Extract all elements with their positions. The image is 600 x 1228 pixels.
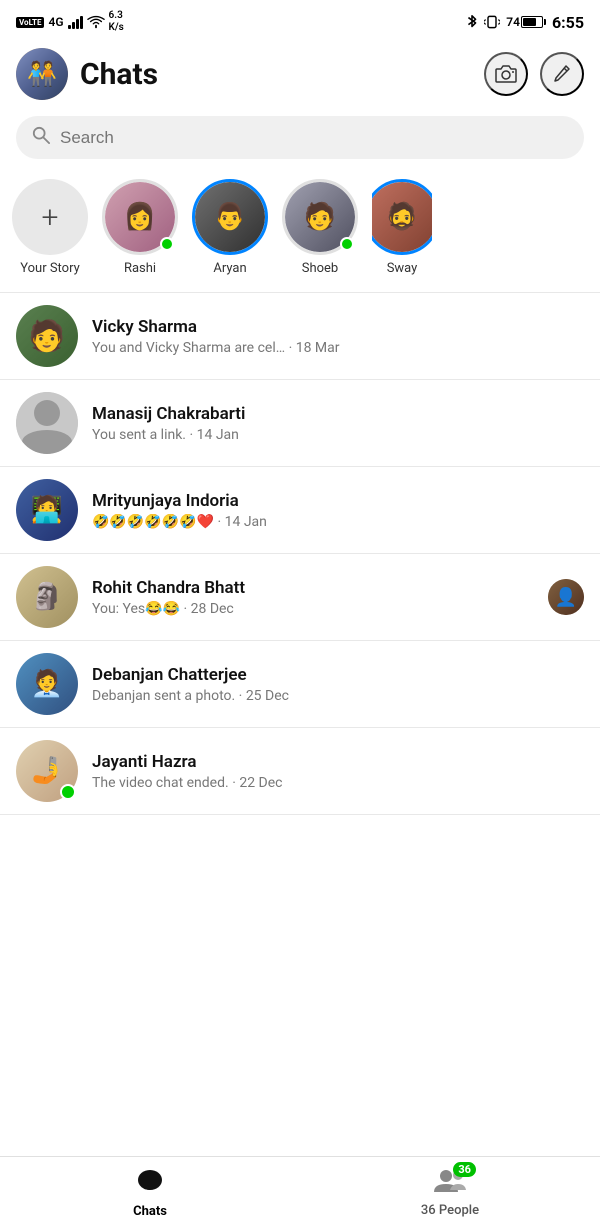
chat-list: 🧑 Vicky Sharma You and Vicky Sharma are … [0, 293, 600, 815]
user-avatar[interactable]: 🧑‍🤝‍🧑 [16, 48, 68, 100]
story-item-aryan[interactable]: 👨 Aryan [192, 179, 268, 276]
manasij-preview: You sent a link. · 14 Jan [92, 427, 584, 443]
sway-label: Sway [387, 261, 418, 276]
chat-item-manasij[interactable]: Manasij Chakrabarti You sent a link. · 1… [0, 380, 600, 466]
debanjan-avatar: 🧑‍💼 [16, 653, 78, 715]
story-item-shoeb[interactable]: 🧑 Shoeb [282, 179, 358, 276]
chat-item-jayanti[interactable]: 🤳 Jayanti Hazra The video chat ended. · … [0, 728, 600, 814]
rohit-name: Rohit Chandra Bhatt [92, 578, 540, 598]
rohit-content: Rohit Chandra Bhatt You: Yes😂😂 · 28 Dec [92, 578, 540, 617]
page-title: Chats [80, 57, 484, 92]
jayanti-content: Jayanti Hazra The video chat ended. · 22… [92, 752, 584, 791]
shoeb-label: Shoeb [302, 261, 339, 276]
jayanti-avatar: 🤳 [16, 740, 78, 802]
story-item-rashi[interactable]: 👩 Rashi [102, 179, 178, 276]
people-nav-icon: 36 [434, 1168, 466, 1200]
manasij-avatar [16, 392, 78, 454]
debanjan-content: Debanjan Chatterjee Debanjan sent a phot… [92, 665, 584, 704]
chats-nav-icon [136, 1167, 164, 1201]
app-header: 🧑‍🤝‍🧑 Chats [0, 40, 600, 108]
nav-chats[interactable]: Chats [0, 1159, 300, 1227]
camera-icon [495, 64, 517, 84]
bluetooth-icon [466, 14, 478, 30]
stories-row: + Your Story 👩 Rashi 👨 Aryan [0, 171, 600, 292]
your-story-label: Your Story [20, 261, 80, 276]
pencil-icon [553, 64, 571, 84]
edit-button[interactable] [540, 52, 584, 96]
aryan-avatar: 👨 [192, 179, 268, 255]
chat-item-rohit[interactable]: 🗿 Rohit Chandra Bhatt You: Yes😂😂 · 28 De… [0, 554, 600, 640]
battery-percent: 74 [506, 15, 520, 29]
rohit-avatar: 🗿 [16, 566, 78, 628]
vicky-content: Vicky Sharma You and Vicky Sharma are ce… [92, 317, 584, 356]
shoeb-avatar: 🧑 [282, 179, 358, 255]
search-container [0, 108, 600, 171]
mrityunjaya-avatar: 🧑‍💻 [16, 479, 78, 541]
mrityunjaya-content: Mrityunjaya Indoria 🤣🤣🤣🤣🤣🤣❤️ · 14 Jan [92, 491, 584, 530]
jayanti-preview: The video chat ended. · 22 Dec [92, 775, 584, 791]
chats-nav-label: Chats [133, 1204, 167, 1219]
jayanti-name: Jayanti Hazra [92, 752, 584, 772]
status-left: VoLTE 4G 6.3K/s [16, 10, 124, 34]
vicky-time-inline: · 18 Mar [289, 340, 340, 356]
vicky-avatar: 🧑 [16, 305, 78, 367]
shoeb-online-dot [340, 237, 354, 251]
search-input[interactable] [60, 128, 568, 148]
people-icon-wrapper: 36 [434, 1168, 466, 1200]
search-bar[interactable] [16, 116, 584, 159]
battery-icon: 74 [506, 15, 546, 29]
vicky-name: Vicky Sharma [92, 317, 584, 337]
wifi-icon [87, 15, 105, 29]
chat-item-debanjan[interactable]: 🧑‍💼 Debanjan Chatterjee Debanjan sent a … [0, 641, 600, 727]
jayanti-online-dot [60, 784, 76, 800]
divider-6 [0, 814, 600, 815]
camera-button[interactable] [484, 52, 528, 96]
mrityunjaya-name: Mrityunjaya Indoria [92, 491, 584, 511]
sway-avatar: 🧔 [372, 179, 432, 255]
volte-badge: VoLTE [16, 17, 44, 28]
add-story-circle: + [12, 179, 88, 255]
aryan-circle: 👨 [192, 179, 268, 255]
aryan-label: Aryan [213, 261, 246, 276]
rohit-preview: You: Yes😂😂 · 28 Dec [92, 601, 540, 617]
clock: 6:55 [552, 13, 584, 32]
rashi-avatar: 👩 [102, 179, 178, 255]
signal-bars [68, 15, 83, 29]
story-item-your-story[interactable]: + Your Story [12, 179, 88, 276]
manasij-content: Manasij Chakrabarti You sent a link. · 1… [92, 404, 584, 443]
rohit-thumb: 👤 [548, 579, 584, 615]
bottom-nav: Chats 36 36 People [0, 1156, 600, 1228]
people-nav-label: 36 People [421, 1203, 479, 1218]
rohit-meta: 👤 [548, 579, 584, 615]
add-icon: + [42, 200, 59, 235]
network-type: 4G [48, 15, 63, 29]
nav-people[interactable]: 36 36 People [300, 1160, 600, 1226]
search-icon [32, 126, 50, 149]
manasij-name: Manasij Chakrabarti [92, 404, 584, 424]
sway-circle: 🧔 [372, 179, 432, 255]
chat-item-vicky[interactable]: 🧑 Vicky Sharma You and Vicky Sharma are … [0, 293, 600, 379]
story-item-sway[interactable]: 🧔 Sway [372, 179, 432, 276]
data-speed: 6.3K/s [109, 10, 124, 34]
rashi-online-dot [160, 237, 174, 251]
status-bar: VoLTE 4G 6.3K/s [0, 0, 600, 40]
header-actions [484, 52, 584, 96]
mrityunjaya-preview: 🤣🤣🤣🤣🤣🤣❤️ · 14 Jan [92, 514, 584, 530]
debanjan-preview: Debanjan sent a photo. · 25 Dec [92, 688, 584, 704]
your-story-avatar: + [12, 179, 88, 255]
vibrate-icon [484, 14, 500, 30]
chat-item-mrityunjaya[interactable]: 🧑‍💻 Mrityunjaya Indoria 🤣🤣🤣🤣🤣🤣❤️ · 14 Ja… [0, 467, 600, 553]
debanjan-name: Debanjan Chatterjee [92, 665, 584, 685]
status-right: 74 6:55 [466, 13, 584, 32]
rashi-label: Rashi [124, 261, 156, 276]
vicky-preview: You and Vicky Sharma are cel… · 18 Mar [92, 340, 584, 356]
people-count-badge: 36 [453, 1162, 476, 1177]
